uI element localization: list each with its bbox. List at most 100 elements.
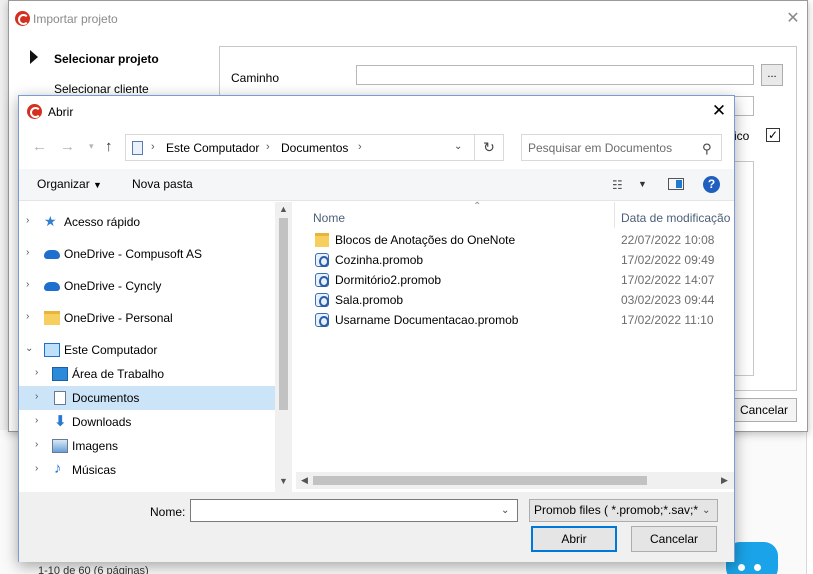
sidebar-item-onedrive-personal[interactable]: › OneDrive - Personal [19, 306, 275, 330]
scroll-thumb[interactable] [313, 476, 647, 485]
breadcrumb-separator-icon[interactable]: › [151, 141, 155, 153]
sidebar-item-label: OneDrive - Compusoft AS [64, 247, 203, 261]
promob-logo-icon [27, 104, 42, 119]
file-date: 17/02/2022 14:07 [621, 273, 715, 287]
list-item[interactable]: Usarname Documentacao.promob 17/02/2022 … [313, 310, 733, 330]
dialog-footer: Nome: ⌄ Promob files ( *.promob;*.sav;* … [19, 492, 734, 562]
breadcrumb-este-computador[interactable]: Este Computador [166, 141, 259, 155]
sidebar-item-documentos[interactable]: › Documentos [19, 386, 275, 410]
column-divider[interactable] [614, 202, 615, 228]
star-icon: ★ [44, 213, 57, 229]
list-item[interactable]: Blocos de Anotações do OneNote 22/07/202… [313, 230, 733, 250]
column-header-date[interactable]: Data de modificação [621, 211, 730, 225]
path-input[interactable] [356, 65, 754, 85]
chevron-down-icon: ⌄ [702, 505, 711, 516]
chevron-right-icon[interactable]: › [26, 215, 29, 226]
import-titlebar: Importar projeto ✕ [9, 1, 807, 37]
preview-pane-icon[interactable] [668, 178, 684, 190]
pager-text: 1-10 de 60 (6 páginas) [38, 565, 149, 574]
column-header-name[interactable]: Nome ⌃ [313, 201, 613, 231]
horizontal-scrollbar[interactable]: ◀ ▶ [296, 472, 734, 489]
sidebar-item-este-computador[interactable]: ⌄ Este Computador [19, 338, 275, 362]
list-item[interactable]: Cozinha.promob 17/02/2022 09:49 [313, 250, 733, 270]
search-box[interactable]: ⚲ [521, 134, 722, 161]
download-icon: ⬇ [54, 413, 67, 430]
file-date: 17/02/2022 11:10 [621, 313, 714, 327]
close-icon[interactable]: ✕ [709, 101, 729, 121]
sidebar-item-label: OneDrive - Personal [64, 311, 173, 325]
step-select-project[interactable]: Selecionar projeto [54, 52, 159, 66]
list-item[interactable]: Sala.promob 03/02/2023 09:44 [313, 290, 733, 310]
chevron-down-icon[interactable]: ⌄ [25, 343, 33, 354]
cloud-icon [44, 250, 60, 259]
breadcrumb-separator-icon[interactable]: › [358, 141, 362, 153]
address-bar[interactable]: › Este Computador › Documentos › ⌄ [125, 134, 475, 161]
chevron-right-icon[interactable]: › [35, 439, 38, 450]
import-close-icon[interactable]: ✕ [783, 9, 803, 29]
file-type-select[interactable]: Promob files ( *.promob;*.sav;* ⌄ [529, 499, 718, 522]
document-icon [54, 391, 66, 405]
image-icon [52, 439, 68, 453]
organize-label: Organizar [37, 177, 90, 191]
file-list: Nome ⌃ Data de modificação Blocos de Ano… [296, 201, 734, 492]
breadcrumb-documentos[interactable]: Documentos [281, 141, 348, 155]
chevron-right-icon[interactable]: › [35, 391, 38, 402]
chevron-right-icon[interactable]: › [35, 415, 38, 426]
navigation-pane: › ★ Acesso rápido › OneDrive - Compusoft… [19, 202, 293, 492]
browse-button[interactable]: ... [761, 64, 783, 86]
up-arrow-icon[interactable]: ↑ [105, 138, 113, 155]
scroll-up-icon[interactable]: ▲ [279, 204, 288, 214]
sidebar-item-imagens[interactable]: › Imagens [19, 434, 275, 458]
open-button[interactable]: Abrir [531, 526, 617, 552]
chevron-right-icon[interactable]: › [26, 279, 29, 290]
scroll-thumb[interactable] [279, 218, 288, 410]
navigation-scrollbar[interactable]: ▲ ▼ [275, 202, 292, 492]
scroll-down-icon[interactable]: ▼ [279, 476, 288, 486]
current-step-arrow-icon [30, 50, 38, 64]
chevron-right-icon[interactable]: › [26, 311, 29, 322]
command-bar: Organizar ▼ Nova pasta ☷ ▼ ? [19, 169, 734, 201]
address-history-chevron-icon[interactable]: ⌄ [454, 141, 462, 152]
breadcrumb-separator-icon[interactable]: › [266, 141, 270, 153]
sidebar-item-musicas[interactable]: › ♪ Músicas [19, 458, 275, 482]
help-icon[interactable]: ? [703, 176, 720, 193]
forward-arrow-icon[interactable]: → [60, 138, 75, 155]
sidebar-item-label: Este Computador [64, 343, 158, 357]
view-options-icon[interactable]: ☷ [612, 178, 623, 192]
sidebar-item-label: Imagens [72, 439, 119, 453]
chevron-right-icon[interactable]: › [26, 247, 29, 258]
open-file-dialog: Abrir ✕ ← → ▾ ↑ › Este Computador › Docu… [18, 95, 735, 562]
search-icon[interactable]: ⚲ [702, 141, 712, 157]
import-option-checkbox[interactable]: ✓ [766, 128, 780, 142]
sidebar-item-onedrive-cyncly[interactable]: › OneDrive - Cyncly [19, 274, 275, 298]
scroll-left-icon[interactable]: ◀ [301, 475, 308, 486]
sidebar-item-label: Documentos [72, 391, 140, 405]
sidebar-item-acesso-rapido[interactable]: › ★ Acesso rápido [19, 210, 275, 234]
search-input[interactable] [528, 139, 693, 157]
chevron-right-icon[interactable]: › [35, 367, 38, 378]
file-date: 03/02/2023 09:44 [621, 293, 715, 307]
sidebar-item-onedrive-compusoft[interactable]: › OneDrive - Compusoft AS [19, 242, 275, 266]
step-select-client[interactable]: Selecionar cliente [54, 82, 149, 96]
cancel-button[interactable]: Cancelar [631, 526, 717, 552]
chevron-down-icon[interactable]: ⌄ [501, 505, 509, 516]
sidebar-item-downloads[interactable]: › ⬇ Downloads [19, 410, 275, 434]
sidebar-item-label: Músicas [72, 463, 117, 477]
open-titlebar: Abrir ✕ [19, 96, 734, 128]
import-cancel-button[interactable]: Cancelar [729, 398, 797, 422]
back-arrow-icon[interactable]: ← [32, 138, 47, 155]
chevron-down-icon[interactable]: ▼ [638, 179, 647, 189]
scroll-right-icon[interactable]: ▶ [721, 475, 728, 486]
organize-button[interactable]: Organizar ▼ [37, 177, 102, 191]
chevron-right-icon[interactable]: › [35, 463, 38, 474]
promob-file-icon [315, 293, 329, 307]
sidebar-item-label: Acesso rápido [64, 215, 141, 229]
sidebar-item-area-de-trabalho[interactable]: › Área de Trabalho [19, 362, 275, 386]
promob-logo-icon [15, 11, 30, 26]
refresh-icon[interactable]: ↻ [475, 134, 504, 161]
new-folder-button[interactable]: Nova pasta [132, 177, 193, 191]
sidebar-item-label: Downloads [72, 415, 132, 429]
list-item[interactable]: Dormitório2.promob 17/02/2022 14:07 [313, 270, 733, 290]
filename-field[interactable]: ⌄ [190, 499, 518, 522]
recent-locations-chevron-icon[interactable]: ▾ [89, 141, 94, 152]
